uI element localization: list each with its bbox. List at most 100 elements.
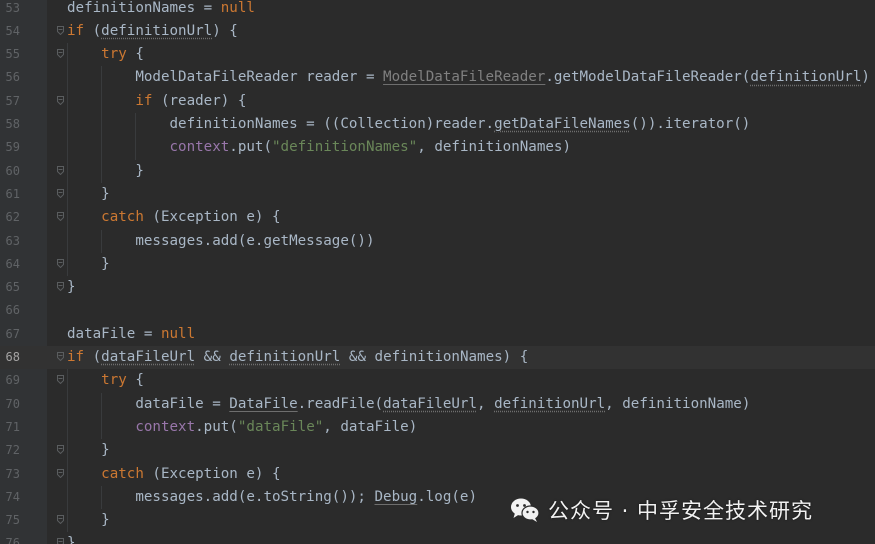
line-number[interactable]: 62 <box>0 206 20 229</box>
code-text[interactable]: definitionNames = ((Collection)reader.ge… <box>67 113 750 136</box>
code-text[interactable]: try { <box>67 43 144 66</box>
code-text[interactable]: ModelDataFileReader reader = ModelDataFi… <box>67 66 870 89</box>
code-token: (Exception e) { <box>152 465 281 482</box>
code-line[interactable]: 55 try { <box>0 43 875 66</box>
fold-marker-icon[interactable] <box>57 352 64 361</box>
code-text[interactable]: context.put("definitionNames", definitio… <box>67 136 571 159</box>
code-text[interactable]: } <box>67 509 110 532</box>
code-line[interactable]: 63 messages.add(e.getMessage()) <box>0 230 875 253</box>
fold-marker-icon[interactable] <box>57 282 64 292</box>
line-number[interactable]: 53 <box>0 0 20 20</box>
code-line[interactable]: 60 } <box>0 160 875 183</box>
fold-marker-icon[interactable] <box>57 258 64 268</box>
line-number[interactable]: 70 <box>0 393 20 416</box>
line-number[interactable]: 65 <box>0 276 20 299</box>
line-number[interactable]: 67 <box>0 323 20 346</box>
code-text[interactable]: context.put("dataFile", dataFile) <box>67 416 417 439</box>
code-text[interactable]: } <box>67 439 110 462</box>
code-line[interactable]: 71 context.put("dataFile", dataFile) <box>0 416 875 439</box>
code-text[interactable]: catch (Exception e) { <box>67 206 280 229</box>
code-token: , definitionNames) <box>417 139 571 156</box>
line-number[interactable]: 56 <box>0 66 20 89</box>
code-text[interactable]: if (dataFileUrl && definitionUrl && defi… <box>67 346 528 369</box>
fold-marker-icon[interactable] <box>57 95 64 105</box>
fold-marker-icon[interactable] <box>57 49 64 59</box>
code-line[interactable]: 62 catch (Exception e) { <box>0 206 875 229</box>
code-line[interactable]: 66 <box>0 299 875 322</box>
line-number[interactable]: 59 <box>0 136 20 159</box>
code-line[interactable]: 57 if (reader) { <box>0 90 875 113</box>
line-number[interactable]: 72 <box>0 439 20 462</box>
watermark: 公众号 · 中孚安全技术研究 <box>510 492 813 528</box>
code-text[interactable]: } <box>67 253 110 276</box>
fold-marker-icon[interactable] <box>57 538 64 544</box>
line-number[interactable]: 61 <box>0 183 20 206</box>
code-line[interactable]: 64 } <box>0 253 875 276</box>
fold-marker-icon[interactable] <box>57 188 64 198</box>
code-line[interactable]: 69 try { <box>0 369 875 392</box>
code-editor[interactable]: 53 definitionNames = null 54 if (definition… <box>0 0 875 544</box>
code-text[interactable]: if (definitionUrl) { <box>67 20 238 43</box>
code-token: context <box>135 418 196 435</box>
line-number[interactable]: 57 <box>0 90 20 113</box>
code-line[interactable]: 53 definitionNames = null <box>0 0 875 20</box>
line-number[interactable]: 76 <box>0 532 20 544</box>
line-number[interactable]: 74 <box>0 486 20 509</box>
fold-marker-icon[interactable] <box>57 445 64 455</box>
code-text[interactable]: try { <box>67 369 144 392</box>
code-line[interactable]: 76} <box>0 532 875 544</box>
code-text[interactable]: } <box>67 183 110 206</box>
code-token: messages.add(e.toString()); <box>67 488 375 505</box>
code-line[interactable]: 58 definitionNames = ((Collection)reader… <box>0 113 875 136</box>
code-text[interactable]: } <box>67 532 76 544</box>
code-text[interactable]: if (reader) { <box>67 90 246 113</box>
fold-marker-icon[interactable] <box>57 375 64 385</box>
code-text[interactable]: dataFile = null <box>67 323 195 346</box>
code-token: ( <box>92 349 102 365</box>
fold-marker-icon[interactable] <box>57 165 64 175</box>
line-number[interactable]: 54 <box>0 20 20 43</box>
code-text[interactable]: messages.add(e.toString()); Debug.log(e) <box>67 486 477 509</box>
code-line[interactable]: 70 dataFile = DataFile.readFile(dataFile… <box>0 393 875 416</box>
fold-marker-icon[interactable] <box>57 468 64 478</box>
code-text[interactable]: catch (Exception e) { <box>67 463 281 486</box>
line-number[interactable]: 64 <box>0 253 20 276</box>
code-line[interactable]: 72 } <box>0 439 875 462</box>
code-token: definitionUrl <box>101 22 213 39</box>
fold-marker-icon[interactable] <box>57 212 64 222</box>
code-text[interactable]: definitionNames = null <box>67 0 255 20</box>
code-line[interactable]: 73 catch (Exception e) { <box>0 463 875 486</box>
wechat-icon <box>511 498 540 522</box>
line-number[interactable]: 55 <box>0 43 20 66</box>
line-number[interactable]: 66 <box>0 299 20 322</box>
code-line[interactable]: 61 } <box>0 183 875 206</box>
line-number[interactable]: 71 <box>0 416 20 439</box>
line-number[interactable]: 69 <box>0 369 20 392</box>
code-line[interactable]: 56 ModelDataFileReader reader = ModelDat… <box>0 66 875 89</box>
code-line[interactable]: 54 if (definitionUrl) { <box>0 20 875 43</box>
code-text[interactable]: } <box>67 276 76 299</box>
fold-marker-icon[interactable] <box>57 515 64 525</box>
line-number[interactable]: 68 <box>0 346 20 369</box>
code-line[interactable]: 67 dataFile = null <box>0 323 875 346</box>
line-number[interactable]: 58 <box>0 113 20 136</box>
code-line[interactable]: 59 context.put("definitionNames", defini… <box>0 136 875 159</box>
code-text[interactable]: dataFile = DataFile.readFile(dataFileUrl… <box>67 393 750 416</box>
code-token: .log(e) <box>417 488 478 505</box>
line-number[interactable]: 75 <box>0 509 20 532</box>
code-text[interactable]: } <box>67 160 144 183</box>
code-line[interactable]: 65} <box>0 276 875 299</box>
code-token: .getModelDataFileReader( <box>545 69 751 86</box>
line-number[interactable]: 60 <box>0 160 20 183</box>
code-area[interactable]: 53 definitionNames = null 54 if (definition… <box>0 0 875 544</box>
fold-marker-icon[interactable] <box>57 25 64 35</box>
code-token: } <box>67 185 110 202</box>
line-number[interactable]: 63 <box>0 230 20 253</box>
code-text[interactable]: messages.add(e.getMessage()) <box>67 230 374 253</box>
line-number[interactable]: 73 <box>0 463 20 486</box>
code-token: if <box>67 349 93 365</box>
code-token: definitionNames = ((Collection)reader. <box>67 116 495 132</box>
code-line[interactable]: 68 if (dataFileUrl && definitionUrl && de… <box>0 346 875 369</box>
